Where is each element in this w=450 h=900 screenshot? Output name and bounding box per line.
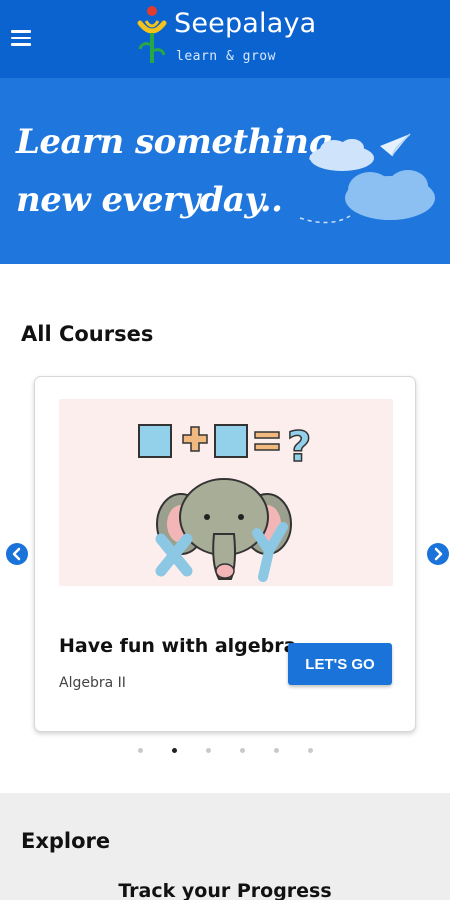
pagination-dot[interactable] [138, 748, 143, 753]
lets-go-button[interactable]: LET'S GO [288, 643, 392, 685]
pagination-dot[interactable] [308, 748, 313, 753]
brand-tagline: learn & grow [176, 49, 276, 64]
all-courses-title: All Courses [21, 322, 154, 346]
app-header: Seepalaya learn & grow [0, 0, 450, 78]
track-progress-link[interactable]: Track your Progress [0, 880, 450, 900]
hero-headline-line2: new everyday.. [16, 180, 283, 220]
pagination-dot[interactable] [274, 748, 279, 753]
carousel-pagination [0, 748, 450, 756]
seepalaya-logo [137, 6, 167, 63]
explore-section: Explore Track your Progress [0, 793, 450, 900]
hamburger-menu-icon[interactable] [8, 26, 34, 50]
course-subtitle: Algebra II [59, 675, 126, 691]
brand-name: Seepalaya [174, 8, 317, 39]
explore-title: Explore [21, 829, 111, 853]
hero-headline-line1: Learn something [16, 122, 332, 162]
pagination-dot[interactable] [206, 748, 211, 753]
chevron-right-icon[interactable] [427, 543, 449, 565]
pagination-dot-active[interactable] [172, 748, 177, 753]
course-title: Have fun with algebra [59, 635, 297, 657]
pagination-dot[interactable] [240, 748, 245, 753]
course-illustration: ? [59, 399, 393, 586]
clouds-illustration [299, 133, 435, 224]
course-card[interactable]: ? Have fun with algebra Algebra II LET'S… [34, 376, 416, 732]
hero-banner: Learn something new everyday.. [0, 78, 450, 264]
chevron-left-icon[interactable] [6, 543, 28, 565]
svg-text:?: ? [287, 422, 311, 471]
